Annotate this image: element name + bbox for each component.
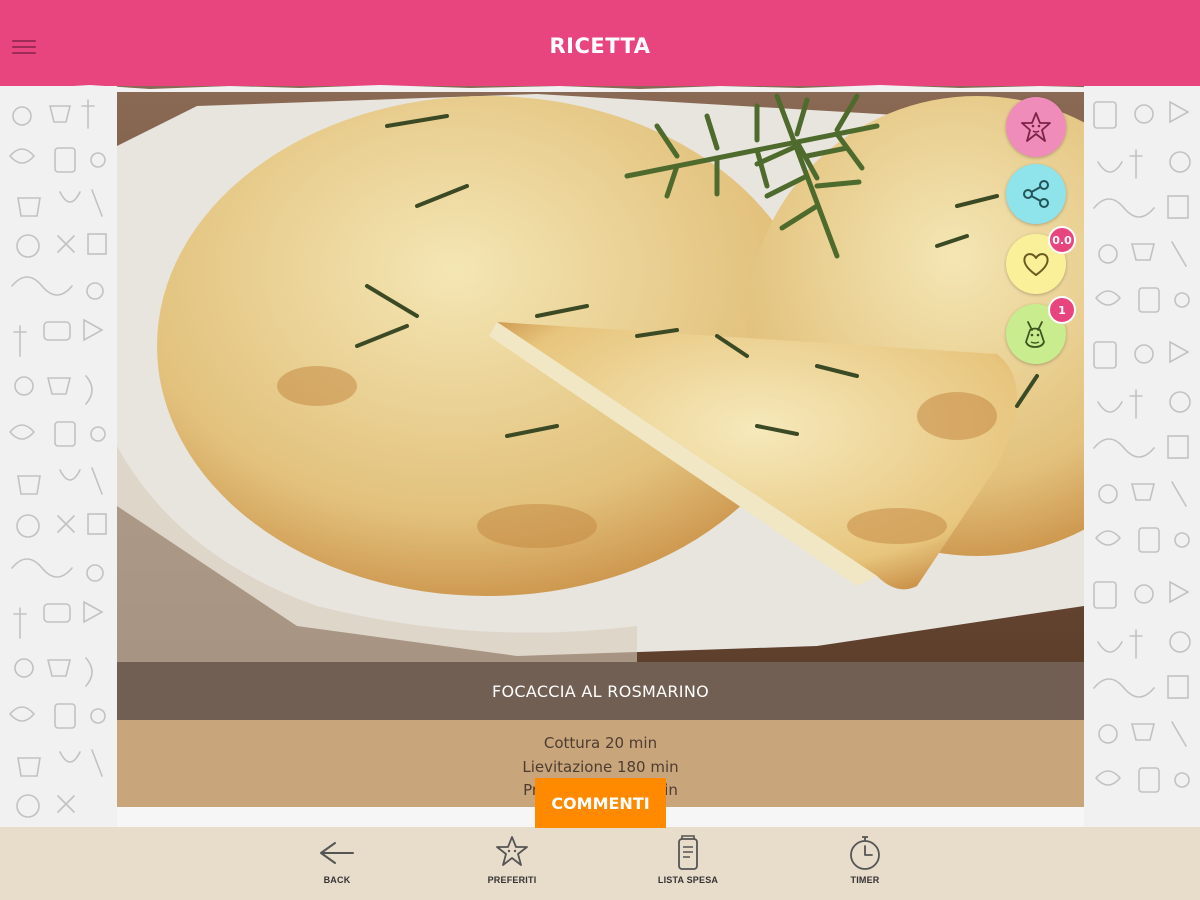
nav-lista-spesa[interactable]: LISTA SPESA	[633, 835, 743, 885]
doodle-pattern-right	[1084, 86, 1200, 827]
share-button[interactable]	[1006, 164, 1066, 224]
nav-timer-label: TIMER	[850, 875, 880, 885]
nav-timer[interactable]: TIMER	[810, 835, 920, 885]
favorite-star-button[interactable]	[1006, 97, 1066, 157]
comments-button[interactable]: COMMENTI	[535, 778, 666, 828]
donkey-icon	[1025, 321, 1045, 348]
back-arrow-icon	[320, 842, 354, 864]
cooking-time: Cottura 20 min	[543, 734, 658, 752]
page-title: RICETTA	[549, 34, 651, 58]
star-doodle-icon	[1021, 112, 1051, 142]
heart-icon	[1023, 253, 1049, 276]
recipe-photo	[117, 86, 1084, 662]
app-header: RICETTA	[0, 0, 1200, 86]
shopping-list-jar-icon	[678, 835, 698, 870]
nav-preferiti[interactable]: PREFERITI	[457, 835, 567, 885]
nav-preferiti-label: PREFERITI	[487, 875, 537, 885]
bottom-navigation: BACK PREFERITI LISTA SPESA TIMER	[0, 827, 1200, 900]
torn-paper-edge	[0, 85, 1200, 92]
share-icon	[1023, 180, 1049, 208]
nav-lista-spesa-label: LISTA SPESA	[657, 875, 719, 885]
nav-back[interactable]: BACK	[282, 835, 392, 885]
recipe-name: FOCACCIA AL ROSMARINO	[117, 662, 1084, 720]
doodle-pattern-left	[0, 86, 117, 827]
nav-back-label: BACK	[323, 875, 351, 885]
rising-time: Lievitazione 180 min	[522, 757, 679, 776]
star-doodle-icon	[496, 836, 528, 866]
difficulty-badge: 1	[1048, 296, 1076, 324]
like-count-badge: 0.0	[1048, 226, 1076, 254]
difficulty-button[interactable]: 1	[1006, 296, 1076, 364]
like-button[interactable]: 0.0	[1006, 226, 1076, 294]
stopwatch-icon	[850, 836, 880, 870]
